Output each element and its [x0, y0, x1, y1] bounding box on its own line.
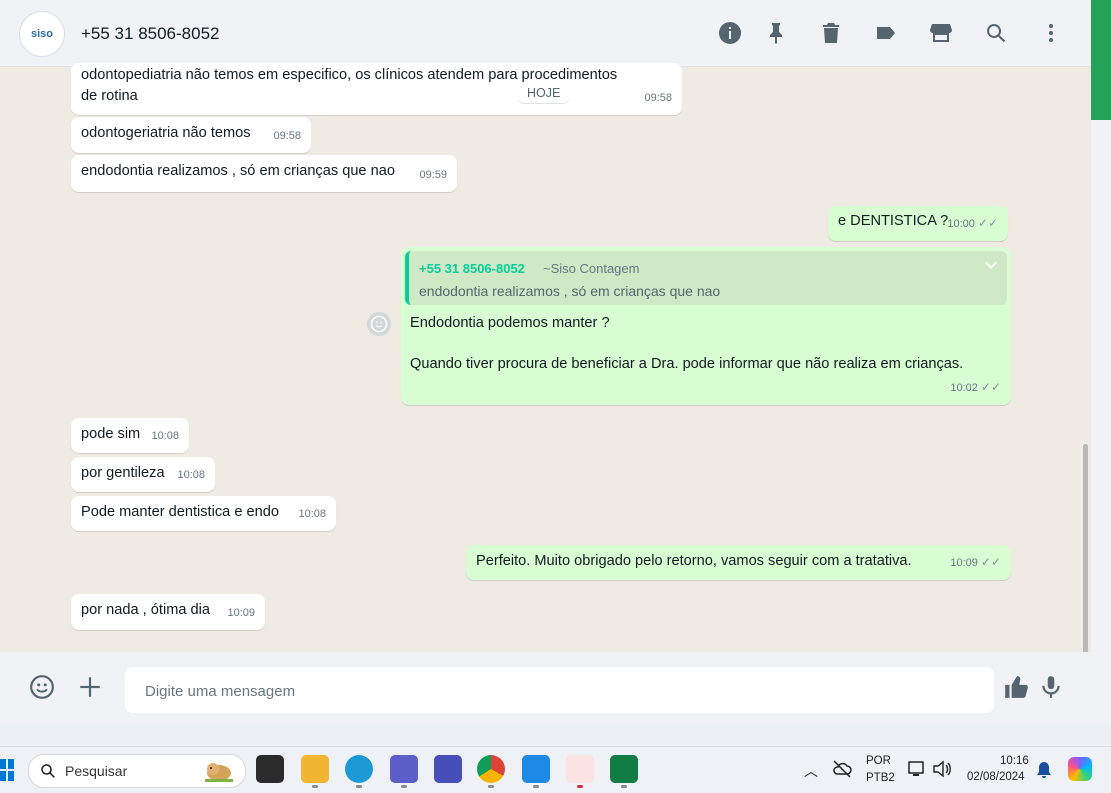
- notepad-icon[interactable]: [522, 755, 550, 788]
- clock-date[interactable]: 02/08/2024: [967, 771, 1025, 783]
- message-text: Endodontia podemos manter ?: [410, 315, 610, 331]
- message-bubble[interactable]: Pode manter dentistica e endo 10:08: [71, 496, 336, 531]
- excel-icon[interactable]: [610, 755, 638, 788]
- message-bubble[interactable]: Perfeito. Muito obrigado pelo retorno, v…: [466, 545, 1011, 580]
- clock-time[interactable]: 10:16: [1000, 755, 1029, 767]
- whatsapp-window: siso +55 31 8506-8052 odontopediatria nã…: [0, 0, 1091, 724]
- language-indicator-bottom[interactable]: PTB2: [866, 772, 895, 784]
- message-list[interactable]: odontopediatria não temos em especifico,…: [0, 63, 1091, 709]
- message-bubble[interactable]: pode sim 10:08: [71, 418, 189, 453]
- message-meta: 10:09 ✓✓: [950, 552, 1001, 574]
- double-check-icon: ✓✓: [980, 380, 1001, 394]
- search-icon[interactable]: [983, 20, 1009, 46]
- cloud-offline-icon[interactable]: [832, 760, 852, 778]
- message-text: odontogeriatria não temos: [81, 125, 251, 141]
- quoted-sender: +55 31 8506-8052: [419, 261, 525, 276]
- message-text: por nada , ótima dia: [81, 602, 210, 618]
- microphone-icon[interactable]: [1036, 672, 1066, 702]
- store-icon[interactable]: [928, 20, 954, 46]
- file-explorer-icon[interactable]: [301, 755, 329, 788]
- notification-bell-icon[interactable]: [1036, 761, 1052, 779]
- message-text: pode sim: [81, 426, 141, 442]
- copilot-icon[interactable]: [1068, 757, 1092, 781]
- taskbar-search[interactable]: Pesquisar: [28, 754, 246, 788]
- message-time: 10:08: [151, 430, 179, 442]
- message-bubble[interactable]: +55 31 8506-8052 ~Siso Contagem endodont…: [401, 247, 1011, 405]
- pin-icon[interactable]: [763, 20, 789, 46]
- window-edge: [1091, 120, 1111, 724]
- message-time: 10:02: [950, 382, 978, 394]
- quoted-message[interactable]: +55 31 8506-8052 ~Siso Contagem endodont…: [405, 251, 1007, 305]
- chat-title[interactable]: +55 31 8506-8052: [81, 24, 220, 44]
- message-meta: 10:02 ✓✓: [950, 377, 1001, 399]
- menu-icon[interactable]: [1038, 20, 1064, 46]
- message-time: 10:08: [177, 469, 205, 481]
- message-text: Quando tiver procura de beneficiar a Dra…: [410, 356, 964, 372]
- message-input[interactable]: [143, 667, 967, 715]
- message-input-wrapper: [125, 667, 994, 715]
- message-text: endodontia realizamos , só em crianças q…: [81, 163, 395, 179]
- windows-start-icon[interactable]: [0, 759, 14, 781]
- message-text: Pode manter dentistica e endo: [81, 504, 279, 520]
- message-bubble[interactable]: por nada , ótima dia 10:09: [71, 594, 265, 630]
- message-text: por gentileza: [81, 465, 165, 481]
- message-time: 10:00: [947, 218, 975, 230]
- date-chip: HOJE: [518, 83, 570, 103]
- teams-icon[interactable]: [390, 755, 418, 788]
- double-check-icon: ✓✓: [977, 216, 998, 230]
- chat-header: siso +55 31 8506-8052: [0, 0, 1091, 67]
- message-time: 09:58: [644, 92, 672, 104]
- snipping-tool-icon[interactable]: [566, 755, 594, 788]
- emoji-icon[interactable]: [27, 672, 57, 702]
- message-time: 10:09: [950, 557, 978, 569]
- chevron-down-icon[interactable]: [983, 257, 999, 273]
- search-icon: [41, 764, 55, 778]
- message-bubble[interactable]: odontopediatria não temos em especifico,…: [71, 63, 682, 115]
- emoji-reaction-icon[interactable]: [367, 312, 391, 336]
- message-bubble[interactable]: por gentileza 10:08: [71, 457, 215, 492]
- composer-bar: [0, 652, 1091, 724]
- message-text: Perfeito. Muito obrigado pelo retorno, v…: [476, 553, 912, 569]
- hamster-icon: [201, 757, 237, 783]
- message-text: e DENTISTICA ?: [838, 213, 949, 229]
- message-bubble[interactable]: endodontia realizamos , só em crianças q…: [71, 155, 457, 192]
- chevron-up-icon[interactable]: ︿: [804, 761, 818, 781]
- quoted-text: endodontia realizamos , só em crianças q…: [419, 283, 721, 299]
- window-edge: [1091, 0, 1111, 120]
- double-check-icon: ✓✓: [980, 555, 1001, 569]
- network-icon[interactable]: [907, 760, 927, 778]
- avatar[interactable]: siso: [19, 11, 65, 57]
- message-time: 10:09: [227, 607, 255, 619]
- quoted-sender-name: ~Siso Contagem: [543, 261, 640, 276]
- task-view-icon[interactable]: [256, 755, 284, 783]
- message-time: 09:59: [419, 169, 447, 181]
- plus-icon[interactable]: [75, 672, 105, 702]
- taskbar-search-label: Pesquisar: [65, 763, 128, 779]
- avatar-logo-text: siso: [30, 28, 53, 40]
- message-text: de rotina: [81, 88, 138, 104]
- chrome-icon[interactable]: [477, 755, 505, 788]
- label-icon[interactable]: [873, 20, 899, 46]
- message-bubble[interactable]: odontogeriatria não temos 09:58: [71, 117, 311, 153]
- message-time: 10:08: [298, 508, 326, 520]
- message-bubble[interactable]: e DENTISTICA ? 10:00 ✓✓: [828, 206, 1008, 241]
- thumbs-up-icon[interactable]: [1001, 672, 1031, 702]
- message-meta: 10:00 ✓✓: [947, 213, 998, 235]
- language-indicator-top[interactable]: POR: [866, 755, 891, 767]
- message-time: 09:58: [273, 130, 301, 142]
- info-icon[interactable]: [717, 20, 743, 46]
- volume-icon[interactable]: [932, 760, 952, 778]
- delete-icon[interactable]: [818, 20, 844, 46]
- taskbar: Pesquisar ︿ POR PTB2 10:16 02/08/2024: [0, 746, 1111, 793]
- desktop-gap: [0, 724, 1111, 746]
- scrollbar[interactable]: [1080, 134, 1090, 719]
- teams-new-icon[interactable]: [434, 755, 462, 783]
- edge-browser-icon[interactable]: [345, 755, 373, 788]
